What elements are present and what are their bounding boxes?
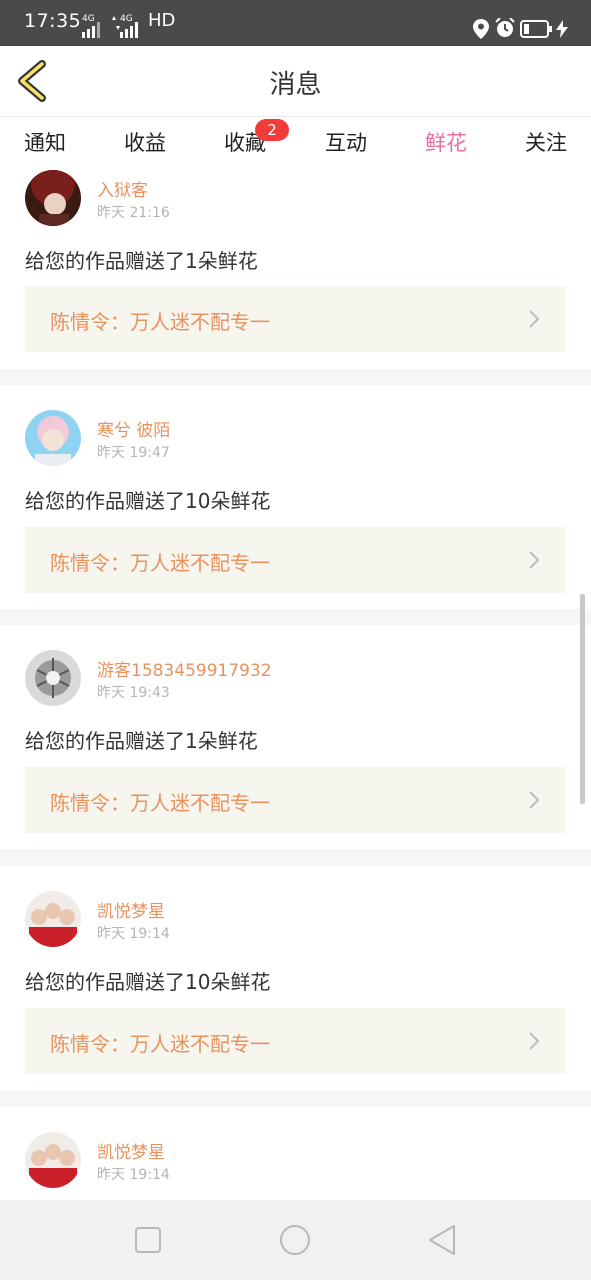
tab-notifications[interactable]: 通知 — [0, 127, 95, 157]
timestamp: 昨天 19:14 — [97, 1167, 170, 1183]
location-icon — [473, 19, 489, 39]
username[interactable]: 凯悦梦星 — [97, 897, 165, 922]
work-title: 陈情令：万人迷不配专一 — [50, 551, 270, 575]
tab-label: 关注 — [525, 131, 567, 155]
tab-bar: 通知 收益 收藏 2 互动 鲜花 关注 — [0, 117, 591, 175]
unread-badge: 2 — [255, 119, 289, 141]
timestamp: 昨天 21:16 — [97, 205, 170, 221]
chevron-right-icon — [529, 310, 540, 328]
work-link[interactable]: 陈情令：万人迷不配专一 — [25, 1008, 566, 1074]
back-icon — [429, 1225, 455, 1255]
message-text: 给您的作品赠送了1朵鲜花 — [25, 729, 258, 753]
user-avatar[interactable] — [25, 891, 81, 947]
tab-label: 收益 — [124, 131, 166, 155]
recent-apps-icon — [135, 1227, 161, 1253]
work-link[interactable]: 陈情令：万人迷不配专一 — [25, 286, 566, 352]
home-icon — [280, 1225, 310, 1255]
system-nav-bar — [0, 1200, 591, 1280]
timestamp: 昨天 19:14 — [97, 926, 170, 942]
work-title: 陈情令：万人迷不配专一 — [50, 791, 270, 815]
signal-icon-2 — [120, 22, 138, 38]
user-avatar[interactable] — [25, 650, 81, 706]
work-link[interactable]: 陈情令：万人迷不配专一 — [25, 527, 566, 593]
tab-flowers[interactable]: 鲜花 — [396, 127, 496, 175]
nav-back-button[interactable] — [424, 1222, 460, 1258]
status-time: 17:35 — [24, 10, 82, 32]
timestamp: 昨天 19:47 — [97, 445, 170, 461]
message-card: 寒兮 彼陌 昨天 19:47 给您的作品赠送了10朵鲜花 陈情令：万人迷不配专一 — [0, 385, 591, 609]
message-text: 给您的作品赠送了10朵鲜花 — [25, 489, 271, 513]
message-card: 凯悦梦星 昨天 19:14 — [0, 1107, 591, 1200]
username[interactable]: 入狱客 — [97, 176, 148, 201]
data-arrows-icon — [112, 16, 120, 30]
home-button[interactable] — [277, 1222, 313, 1258]
page-title: 消息 — [269, 70, 322, 100]
tab-label: 互动 — [325, 131, 367, 155]
message-card: 凯悦梦星 昨天 19:14 给您的作品赠送了10朵鲜花 陈情令：万人迷不配专一 — [0, 866, 591, 1090]
avatar-image — [25, 891, 81, 947]
alarm-icon — [495, 18, 515, 37]
user-avatar[interactable] — [25, 410, 81, 466]
chevron-right-icon — [529, 791, 540, 809]
tab-follows[interactable]: 关注 — [496, 127, 591, 157]
work-title: 陈情令：万人迷不配专一 — [50, 310, 270, 334]
recent-apps-button[interactable] — [130, 1222, 166, 1258]
avatar-image — [25, 170, 81, 226]
username[interactable]: 游客1583459917932 — [97, 656, 272, 681]
work-title: 陈情令：万人迷不配专一 — [50, 1032, 270, 1056]
username[interactable]: 寒兮 彼陌 — [97, 416, 170, 441]
chevron-right-icon — [529, 551, 540, 569]
tab-label: 通知 — [24, 131, 66, 155]
avatar-image — [25, 650, 81, 706]
user-avatar[interactable] — [25, 170, 81, 226]
avatar-image — [25, 410, 81, 466]
tab-label: 鲜花 — [425, 131, 467, 155]
message-list[interactable]: 入狱客 昨天 21:16 给您的作品赠送了1朵鲜花 陈情令：万人迷不配专一 寒兮… — [0, 170, 591, 1200]
user-avatar[interactable] — [25, 1132, 81, 1188]
username[interactable]: 凯悦梦星 — [97, 1138, 165, 1163]
battery-icon — [520, 20, 552, 38]
message-card: 游客1583459917932 昨天 19:43 给您的作品赠送了1朵鲜花 陈情… — [0, 625, 591, 849]
chevron-right-icon — [529, 1032, 540, 1050]
charging-icon — [556, 20, 568, 38]
app-header: 消息 — [0, 46, 591, 117]
scrollbar[interactable] — [580, 594, 585, 804]
timestamp: 昨天 19:43 — [97, 685, 170, 701]
avatar-image — [25, 1132, 81, 1188]
work-link[interactable]: 陈情令：万人迷不配专一 — [25, 767, 566, 833]
message-card: 入狱客 昨天 21:16 给您的作品赠送了1朵鲜花 陈情令：万人迷不配专一 — [0, 170, 591, 369]
status-bar: 17:35 4G 4G HD — [0, 0, 591, 46]
signal-icon — [82, 22, 100, 38]
tab-earnings[interactable]: 收益 — [95, 127, 195, 157]
message-text: 给您的作品赠送了1朵鲜花 — [25, 249, 258, 273]
hd-indicator: HD — [148, 10, 176, 31]
tab-interactions[interactable]: 互动 — [296, 127, 396, 157]
tab-favorites[interactable]: 收藏 2 — [195, 119, 295, 157]
message-text: 给您的作品赠送了10朵鲜花 — [25, 970, 271, 994]
